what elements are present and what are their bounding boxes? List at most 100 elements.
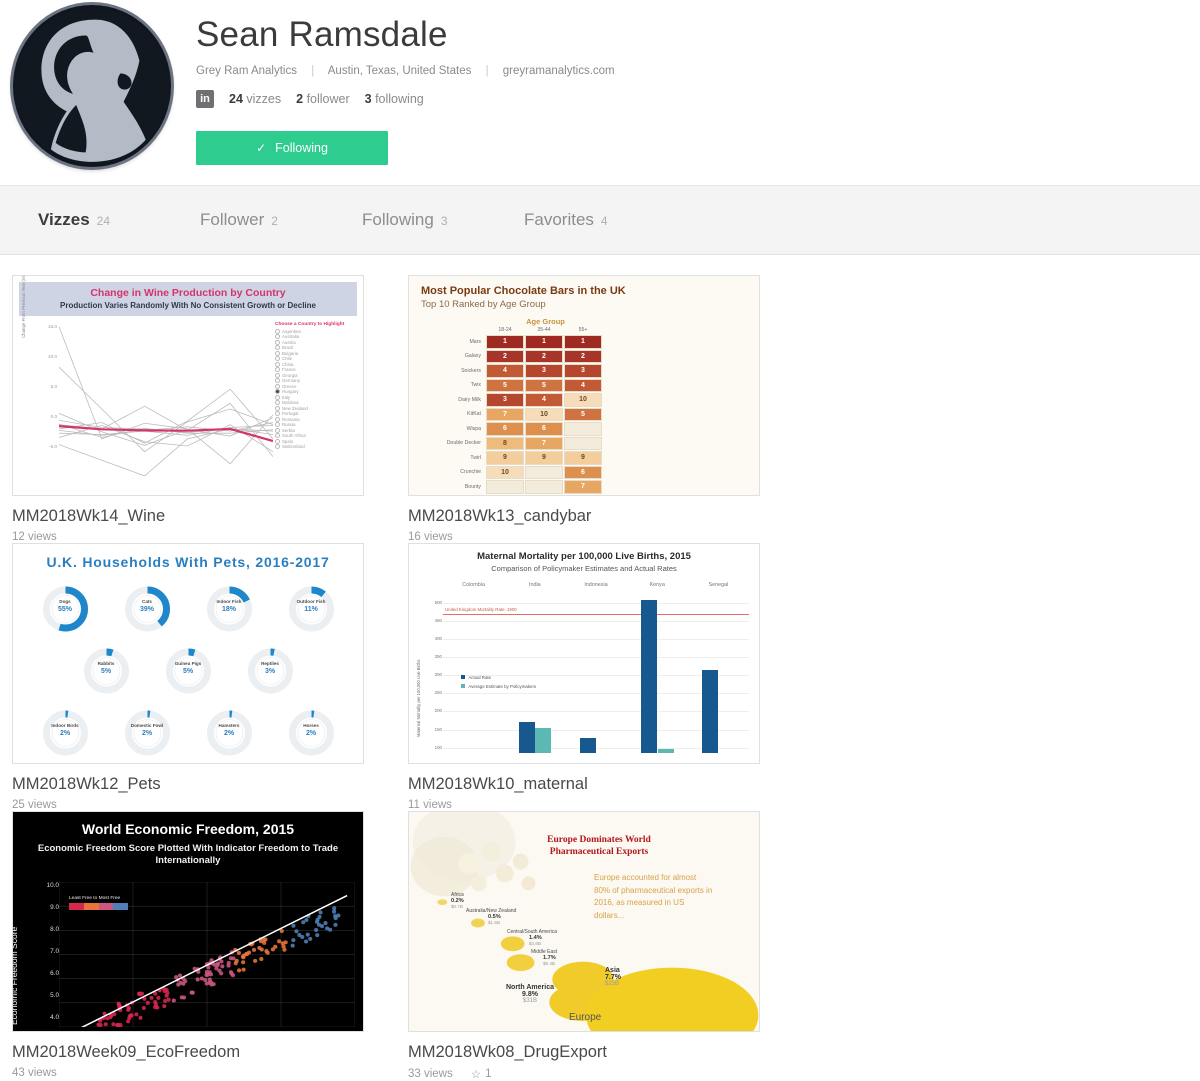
wine-legend-item[interactable]: Austria (275, 339, 355, 345)
maternal-reference-label: United Kingdom Mortality Rate, 1900 (445, 607, 517, 613)
ecofreedom-y-tick: 9.0 (50, 904, 59, 911)
radio-icon[interactable] (275, 356, 280, 361)
viz-grid: Change in Wine Production by Country Pro… (0, 255, 1200, 1081)
viz-thumbnail-ecofreedom[interactable]: World Economic Freedom, 2015 Economic Fr… (12, 811, 364, 1032)
viz-favorites: ☆ 1 (471, 1067, 492, 1081)
wine-legend-item[interactable]: Spain (275, 438, 355, 444)
tab-favorites[interactable]: Favorites 4 (524, 210, 686, 230)
drugexport-label-asia: Asia 7.7% $25B (605, 967, 621, 987)
radio-icon[interactable] (275, 372, 280, 378)
wine-legend-item[interactable]: Germany (275, 378, 355, 383)
tab-vizzes[interactable]: Vizzes 24 (38, 210, 200, 230)
eco-data-point (211, 982, 216, 987)
wine-legend-item[interactable]: China (275, 361, 355, 367)
candybar-cell: 6 (525, 422, 563, 436)
radio-icon[interactable] (275, 361, 280, 367)
radio-icon[interactable] (275, 405, 280, 411)
maternal-legend-label: Actual Rate (468, 674, 492, 680)
drugexport-annotation: Europe accounted for almost 80% of pharm… (594, 873, 713, 920)
radio-icon[interactable] (275, 433, 280, 438)
radio-icon[interactable] (275, 416, 280, 422)
viz-thumbnail-pets[interactable]: U.K. Households With Pets, 2016-2017 Dog… (12, 543, 364, 764)
radio-icon[interactable] (275, 389, 280, 394)
wine-series-line (59, 429, 273, 476)
wine-legend-item[interactable]: Bulgaria (275, 350, 355, 356)
radio-icon[interactable] (275, 422, 280, 427)
radio-icon[interactable] (275, 334, 280, 339)
viz-title[interactable]: MM2018Wk14_Wine (12, 507, 364, 526)
radio-icon[interactable] (275, 400, 280, 405)
wine-legend-item[interactable]: Serbia (275, 427, 355, 433)
candybar-cell: 5 (486, 378, 524, 392)
candybar-column-group-label: Age Group (526, 317, 565, 326)
viz-stats: 25 views (12, 799, 364, 811)
eco-data-point (297, 933, 302, 938)
viz-title[interactable]: MM2018Wk12_Pets (12, 775, 364, 794)
radio-icon[interactable] (275, 339, 280, 345)
eco-data-point (279, 929, 284, 934)
profile-website[interactable]: greyramanalytics.com (503, 65, 615, 77)
candybar-cell: 1 (564, 335, 602, 349)
eco-data-point (163, 998, 168, 1003)
eco-data-point (241, 967, 246, 972)
viz-title[interactable]: MM2018Wk10_maternal (408, 775, 760, 794)
radio-icon[interactable] (275, 444, 280, 449)
pets-donut-pct: 3% (264, 668, 276, 675)
pets-donut-pct: 2% (141, 730, 153, 737)
ecofreedom-y-tick: 10.0 (46, 882, 59, 889)
wine-title: Change in Wine Production by Country (90, 287, 286, 299)
wine-legend-item[interactable]: Georgia (275, 372, 355, 378)
tab-follower[interactable]: Follower 2 (200, 210, 362, 230)
radio-icon[interactable] (275, 378, 280, 383)
wine-legend-item[interactable]: France (275, 367, 355, 372)
wine-legend-item[interactable]: Romania (275, 416, 355, 422)
maternal-y-tick: 500 (434, 600, 442, 606)
viz-title[interactable]: MM2018Week09_EcoFreedom (12, 1043, 364, 1062)
eco-data-point (162, 1004, 167, 1009)
radio-icon[interactable] (275, 427, 280, 433)
radio-icon[interactable] (275, 394, 280, 400)
radio-icon[interactable] (275, 367, 280, 372)
viz-views: 16 views (408, 531, 453, 543)
linkedin-icon[interactable]: in (196, 90, 214, 108)
region-pct: 7.7% (605, 974, 621, 981)
pets-donut: Domestic Fowl 2% (110, 702, 185, 763)
radio-icon[interactable] (275, 345, 280, 350)
wine-legend-item[interactable]: Hungary (275, 389, 355, 394)
viz-title[interactable]: MM2018Wk13_candybar (408, 507, 760, 526)
wine-legend-item[interactable]: New Zealand (275, 405, 355, 411)
wine-legend-item[interactable]: Greece (275, 383, 355, 389)
viz-title[interactable]: MM2018Wk08_DrugExport (408, 1043, 760, 1062)
avatar[interactable] (13, 5, 171, 167)
viz-thumbnail-maternal[interactable]: Maternal Mortality per 100,000 Live Birt… (408, 543, 760, 764)
wine-legend-item[interactable]: Switzerland (275, 444, 355, 449)
viz-card: U.K. Households With Pets, 2016-2017 Dog… (12, 543, 408, 811)
pets-donut-label: Outdoor Fish (296, 599, 326, 604)
wine-legend-item[interactable]: Brazil (275, 345, 355, 350)
wine-legend-item[interactable]: Portugal (275, 411, 355, 416)
radio-icon[interactable] (275, 350, 280, 356)
following-button[interactable]: ✓ Following (196, 131, 388, 165)
wine-legend-item[interactable]: Italy (275, 394, 355, 400)
wine-legend-item[interactable]: Russia (275, 422, 355, 427)
radio-icon[interactable] (275, 411, 280, 416)
maternal-category-label: Colombia (462, 582, 485, 588)
candybar-title: Most Popular Chocolate Bars in the UK (421, 285, 626, 297)
radio-icon[interactable] (275, 328, 280, 334)
ecofreedom-y-axis-label: Economic Freedom Score (12, 926, 19, 1025)
profile-company: Grey Ram Analytics (196, 65, 297, 77)
viz-thumbnail-wine[interactable]: Change in Wine Production by Country Pro… (12, 275, 364, 496)
wine-legend-item[interactable]: South Africa (275, 433, 355, 438)
radio-icon[interactable] (275, 383, 280, 389)
viz-thumbnail-drugexport[interactable]: Europe Dominates World Pharmaceutical Ex… (408, 811, 760, 1032)
tab-following[interactable]: Following 3 (362, 210, 524, 230)
wine-legend-item[interactable]: Australia (275, 334, 355, 339)
viz-thumbnail-candybar[interactable]: Most Popular Chocolate Bars in the UK To… (408, 275, 760, 496)
wine-legend-item[interactable]: Argentina (275, 328, 355, 334)
wine-legend-item[interactable]: Moldova (275, 400, 355, 405)
wine-legend-item[interactable]: Chile (275, 356, 355, 361)
radio-icon[interactable] (275, 438, 280, 444)
maternal-bar (518, 722, 535, 753)
candybar-cell: 3 (564, 364, 602, 378)
eco-data-point (103, 1022, 108, 1027)
